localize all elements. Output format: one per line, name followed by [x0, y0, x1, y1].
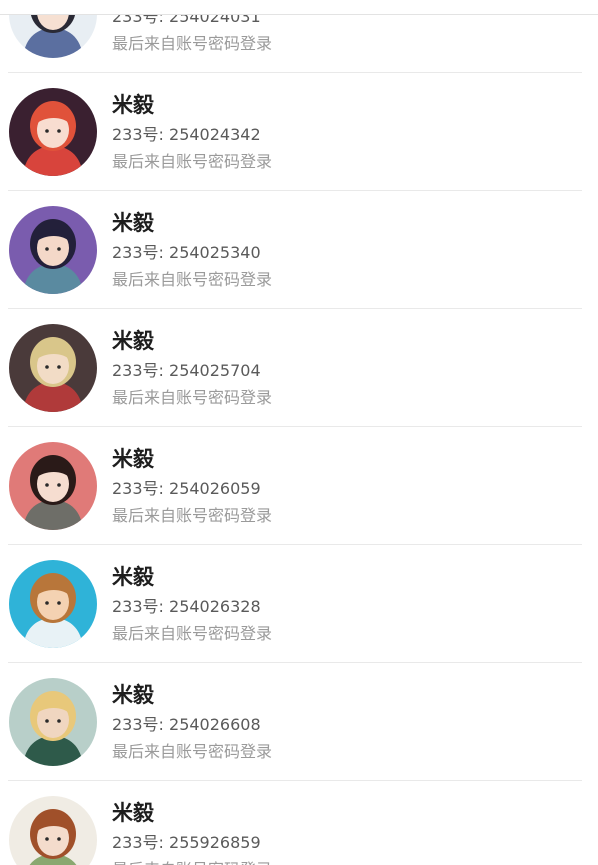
last-login-method: 最后来自账号密码登录: [112, 624, 273, 643]
avatar: [9, 560, 97, 648]
account-id: 233号: 254026608: [112, 715, 261, 734]
account-info: 米毅 233号: 255926859 最后来自账号密码登录: [112, 799, 272, 865]
account-list-item[interactable]: 米毅 233号: 254025704 最后来自账号密码登录: [8, 309, 582, 427]
account-list-item[interactable]: 米毅 233号: 254026059 最后来自账号密码登录: [8, 427, 582, 545]
account-name: 米毅: [112, 211, 154, 235]
account-name: 米毅: [112, 329, 154, 353]
last-login-method: 最后来自账号密码登录: [112, 742, 273, 761]
last-login-method: 最后来自账号密码登录: [112, 34, 273, 53]
account-list[interactable]: 米毅 233号: 254024031 最后来自账号密码登录 米毅 233号: 2…: [0, 0, 598, 865]
last-login-method: 最后来自账号密码登录: [112, 388, 273, 407]
avatar-image: [9, 206, 97, 294]
account-id: 233号: 254024342: [112, 125, 261, 144]
account-name: 米毅: [112, 447, 154, 471]
account-list-item[interactable]: 米毅 233号: 254025340 最后来自账号密码登录: [8, 191, 582, 309]
account-info: 米毅 233号: 254026608 最后来自账号密码登录: [112, 681, 272, 763]
avatar: [9, 796, 97, 865]
account-switcher-screen: 米毅 233号: 254024031 最后来自账号密码登录 米毅 233号: 2…: [0, 0, 598, 865]
avatar: [9, 678, 97, 766]
avatar-image: [9, 88, 97, 176]
account-name: 米毅: [112, 93, 154, 117]
account-id: 233号: 255926859: [112, 833, 261, 852]
account-id: 233号: 254026059: [112, 479, 261, 498]
account-info: 米毅 233号: 254025704 最后来自账号密码登录: [112, 327, 272, 409]
avatar: [9, 206, 97, 294]
account-list-item[interactable]: 米毅 233号: 255926859 最后来自账号密码登录: [8, 781, 582, 865]
avatar-image: [9, 560, 97, 648]
account-info: 米毅 233号: 254026328 最后来自账号密码登录: [112, 563, 272, 645]
account-info: 米毅 233号: 254024342 最后来自账号密码登录: [112, 91, 272, 173]
account-list-item[interactable]: 米毅 233号: 254026608 最后来自账号密码登录: [8, 663, 582, 781]
account-name: 米毅: [112, 683, 154, 707]
avatar: [9, 324, 97, 412]
top-bar: [0, 0, 598, 15]
account-id: 233号: 254025704: [112, 361, 261, 380]
account-list-item[interactable]: 米毅 233号: 254024342 最后来自账号密码登录: [8, 73, 582, 191]
account-list-item[interactable]: 米毅 233号: 254026328 最后来自账号密码登录: [8, 545, 582, 663]
avatar-image: [9, 442, 97, 530]
account-name: 米毅: [112, 801, 154, 825]
avatar-image: [9, 678, 97, 766]
avatar: [9, 442, 97, 530]
avatar: [9, 88, 97, 176]
account-id: 233号: 254025340: [112, 243, 261, 262]
last-login-method: 最后来自账号密码登录: [112, 859, 272, 865]
account-id: 233号: 254026328: [112, 597, 261, 616]
avatar-image: [9, 324, 97, 412]
account-info: 米毅 233号: 254025340 最后来自账号密码登录: [112, 209, 272, 291]
account-name: 米毅: [112, 565, 154, 589]
last-login-method: 最后来自账号密码登录: [112, 152, 273, 171]
last-login-method: 最后来自账号密码登录: [112, 506, 273, 525]
last-login-method: 最后来自账号密码登录: [112, 270, 273, 289]
avatar-image: [9, 796, 97, 865]
account-info: 米毅 233号: 254026059 最后来自账号密码登录: [112, 445, 272, 527]
